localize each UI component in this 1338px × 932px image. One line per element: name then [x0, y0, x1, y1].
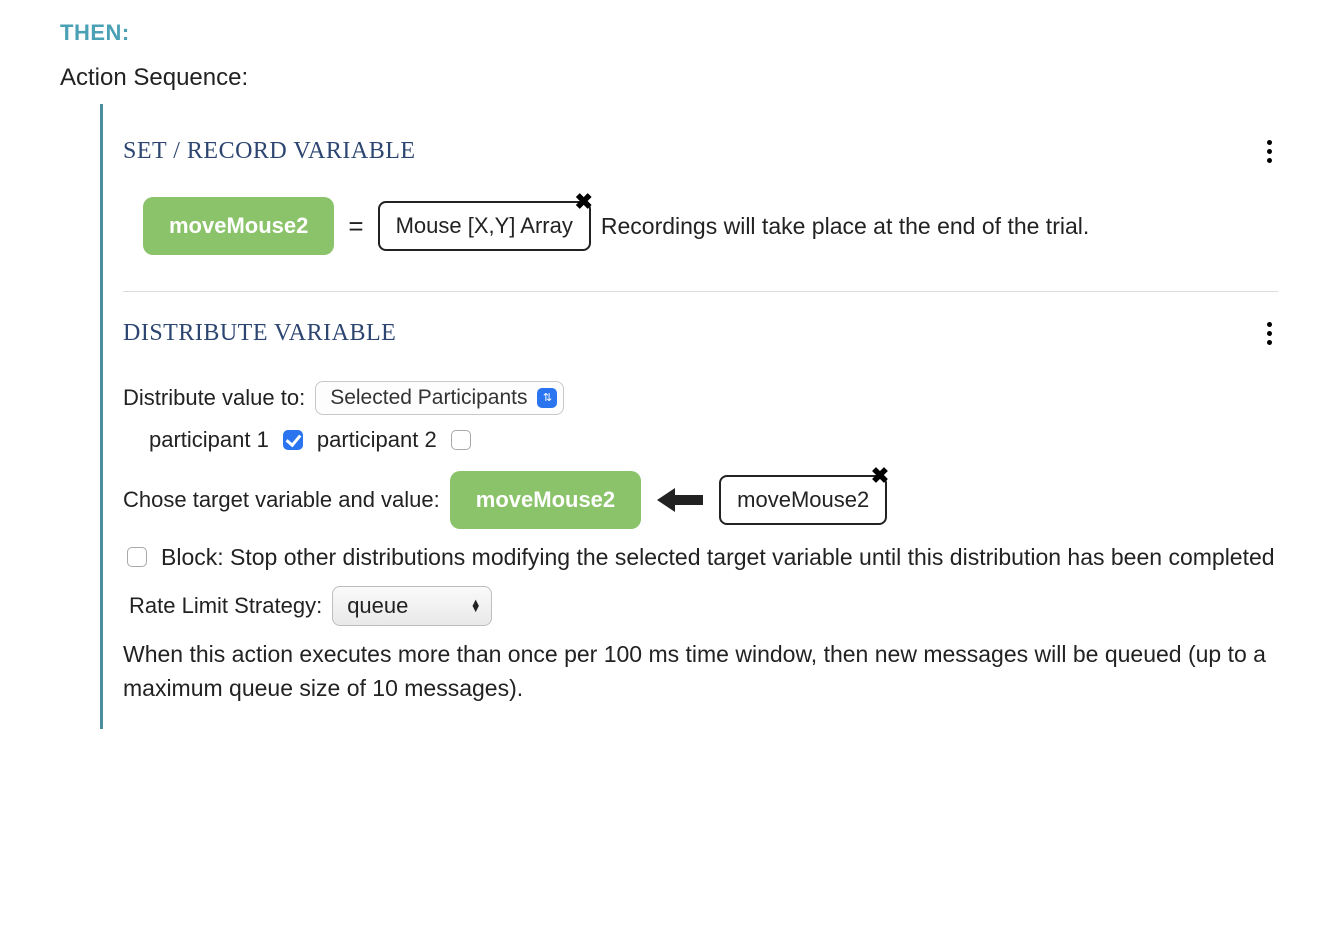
rate-limit-value: queue — [347, 593, 408, 619]
action-sequence-container: SET / RECORD VARIABLE moveMouse2 = Mouse… — [100, 104, 1278, 729]
action-sequence-label: Action Sequence: — [60, 64, 1278, 92]
then-label: THEN: — [60, 20, 1278, 46]
target-variable-pill[interactable]: moveMouse2 — [450, 471, 641, 529]
rate-limit-select[interactable]: queue ▲▼ — [332, 586, 492, 626]
equals-sign: = — [344, 211, 367, 242]
source-value-box[interactable]: moveMouse2 ✖ — [719, 475, 887, 525]
value-box-text: Mouse [X,Y] Array — [396, 213, 573, 238]
choose-target-label: Chose target variable and value: — [123, 487, 440, 513]
select-stepper-icon: ▲▼ — [470, 600, 481, 612]
participant-2-label: participant 2 — [317, 427, 437, 453]
participant-2-checkbox[interactable] — [451, 430, 471, 450]
value-box-mouse-array[interactable]: Mouse [X,Y] Array ✖ — [378, 201, 591, 251]
distribute-to-select[interactable]: Selected Participants ⇅ — [315, 381, 564, 415]
kebab-menu-icon[interactable] — [1261, 134, 1278, 169]
action-title-distribute: DISTRIBUTE VARIABLE — [123, 320, 396, 347]
distribute-to-value: Selected Participants — [330, 386, 527, 410]
rate-limit-description: When this action executes more than once… — [123, 638, 1278, 705]
variable-pill-movemouse2[interactable]: moveMouse2 — [143, 197, 334, 255]
close-icon[interactable]: ✖ — [574, 189, 592, 215]
block-checkbox[interactable] — [127, 547, 147, 567]
kebab-menu-icon[interactable] — [1261, 316, 1278, 351]
recording-description: Recordings will take place at the end of… — [601, 213, 1089, 240]
source-value-text: moveMouse2 — [737, 487, 869, 512]
action-title-set: SET / RECORD VARIABLE — [123, 138, 416, 165]
select-arrows-icon: ⇅ — [537, 388, 557, 408]
block-label: Block: Stop other distributions modifyin… — [161, 541, 1278, 574]
distribute-to-label: Distribute value to: — [123, 385, 305, 411]
close-icon[interactable]: ✖ — [871, 463, 889, 489]
participant-1-label: participant 1 — [149, 427, 269, 453]
action-block-distribute-variable: DISTRIBUTE VARIABLE Distribute value to:… — [123, 291, 1278, 729]
participant-1-checkbox[interactable] — [283, 430, 303, 450]
rate-limit-label: Rate Limit Strategy: — [129, 593, 322, 619]
action-block-set-variable: SET / RECORD VARIABLE moveMouse2 = Mouse… — [123, 134, 1278, 291]
arrow-left-icon — [651, 486, 709, 514]
